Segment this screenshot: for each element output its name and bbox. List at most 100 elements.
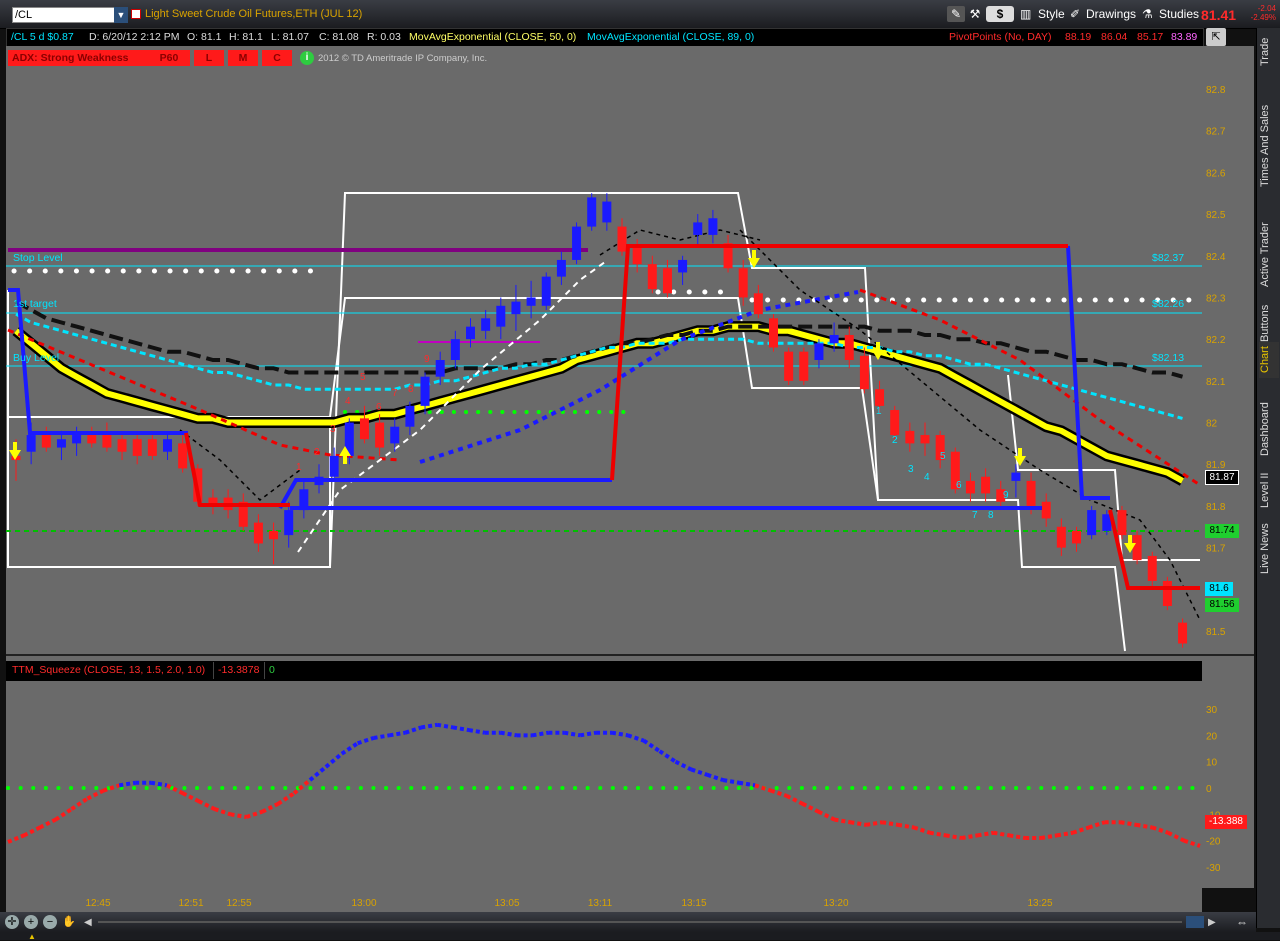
- price-tick-label: 82: [1206, 419, 1218, 430]
- candle-body: [147, 439, 157, 456]
- scrollbar-thumb[interactable]: [1186, 916, 1204, 928]
- ttm-tick-label: 10: [1206, 758, 1218, 769]
- candle-body: [1011, 472, 1021, 481]
- price-tick-label: 81.5: [1206, 627, 1226, 638]
- candle-body: [41, 435, 51, 448]
- tab-dashboard[interactable]: Dashboard: [1259, 398, 1279, 460]
- zoom-out-icon[interactable]: −: [43, 915, 57, 929]
- time-tick-label: 12:45: [85, 898, 110, 909]
- candle-body: [132, 439, 142, 456]
- time-tick-label: 13:11: [588, 898, 613, 909]
- candle-body: [1072, 530, 1081, 544]
- candle-body: [799, 351, 809, 381]
- price-tick-label: 82.5: [1206, 210, 1226, 221]
- tab-live-news[interactable]: Live News: [1259, 518, 1279, 580]
- tab-trade[interactable]: Trade: [1259, 32, 1279, 72]
- candle-body: [965, 480, 975, 494]
- price-tick-label: 82.1: [1206, 377, 1226, 388]
- count-label: 5: [940, 451, 946, 462]
- price-chart[interactable]: 82.882.782.682.582.482.382.282.18281.981…: [0, 0, 1256, 912]
- time-tick-label: 13:20: [823, 898, 848, 909]
- candle-body: [102, 435, 112, 448]
- candle-body: [1132, 535, 1142, 561]
- count-label: 8: [988, 510, 994, 521]
- zoom-in-icon[interactable]: +: [24, 915, 38, 929]
- candle-body: [359, 418, 369, 440]
- candle-body: [769, 318, 778, 348]
- scroll-left-icon[interactable]: ◀: [84, 917, 92, 928]
- candle-body: [844, 334, 854, 360]
- hand-icon[interactable]: ✋: [62, 915, 76, 929]
- tab-active-trader[interactable]: Active Trader: [1259, 214, 1279, 296]
- candle-body: [511, 301, 521, 315]
- candle-body: [526, 297, 536, 306]
- tab-times-and-sales[interactable]: Times And Sales: [1259, 86, 1279, 206]
- count-label: 1: [876, 406, 882, 417]
- candle-body: [678, 259, 688, 273]
- candle-body: [1147, 555, 1157, 581]
- candle-body: [905, 430, 915, 444]
- candle-body: [875, 389, 885, 406]
- price-tick-label: 82.8: [1206, 85, 1226, 96]
- candle-body: [556, 259, 566, 277]
- adx-badge[interactable]: ADX: Strong Weakness: [8, 50, 148, 66]
- candle-body: [859, 355, 869, 390]
- candle-body: [26, 435, 36, 452]
- count-label: 5: [360, 372, 366, 383]
- count-label: 3: [908, 464, 914, 475]
- candle-body: [981, 476, 991, 494]
- time-tick-label: 12:51: [178, 898, 203, 909]
- candle-body: [117, 439, 127, 452]
- scroll-right-icon[interactable]: ▶: [1208, 917, 1216, 928]
- count-label: 9: [1003, 490, 1009, 501]
- candle-body: [541, 276, 551, 306]
- price-tick-label: 82.6: [1206, 168, 1226, 179]
- candle-body: [375, 422, 385, 448]
- ttm-value: -13.3878: [213, 662, 263, 679]
- candle-body: [753, 293, 763, 315]
- adx-l[interactable]: L: [194, 50, 224, 66]
- count-label: 2: [892, 435, 898, 446]
- count-label: 9: [424, 354, 430, 365]
- candle-body: [1026, 480, 1036, 506]
- scrollbar-track[interactable]: [98, 921, 1182, 923]
- count-label: 1: [296, 462, 302, 473]
- bottom-toolbar: ✛ + − ✋ ◀ ▶ ⇔: [0, 912, 1256, 932]
- info-icon[interactable]: i: [300, 51, 314, 65]
- candle-body: [329, 455, 339, 477]
- price-tick-label: 82.3: [1206, 293, 1226, 304]
- price-tick-label: 81.7: [1206, 544, 1226, 555]
- count-label: 6: [376, 402, 382, 413]
- candle-body: [253, 522, 263, 544]
- tab-chart[interactable]: Chart: [1259, 342, 1279, 378]
- price-tick-label: 82.4: [1206, 252, 1226, 263]
- candle-body: [496, 305, 506, 327]
- candle-body: [1087, 510, 1097, 536]
- crosshair-icon[interactable]: ✛: [5, 915, 19, 929]
- tab-level-ii[interactable]: Level II: [1259, 468, 1279, 512]
- ttm-zero: 0: [264, 662, 279, 679]
- ttm-value-badge: -13.388: [1205, 815, 1247, 829]
- candle-body: [178, 443, 188, 469]
- candle-body: [56, 439, 66, 448]
- target-level-value: $82.26: [1152, 298, 1185, 310]
- candle-body: [829, 334, 839, 344]
- adx-c[interactable]: C: [262, 50, 292, 66]
- candle-body: [450, 339, 460, 360]
- candle-body: [1117, 510, 1127, 536]
- candle-body: [1178, 622, 1188, 644]
- count-label: 8: [408, 384, 414, 395]
- cyan-badge: 81.6: [1205, 582, 1233, 596]
- expand-width-icon[interactable]: ⇔: [1236, 915, 1248, 929]
- ttm-tick-label: -20: [1206, 837, 1221, 848]
- candle-body: [466, 326, 475, 340]
- adx-p60[interactable]: P60: [148, 50, 190, 66]
- candle-body: [1041, 501, 1051, 519]
- time-tick-label: 13:15: [681, 898, 706, 909]
- candle-body: [617, 226, 627, 252]
- adx-m[interactable]: M: [228, 50, 258, 66]
- ttm-squeeze-label[interactable]: TTM_Squeeze (CLOSE, 13, 1.5, 2.0, 1.0): [12, 664, 205, 676]
- count-label: 7: [392, 388, 398, 399]
- candle-body: [1056, 526, 1066, 548]
- candle-body: [390, 426, 400, 444]
